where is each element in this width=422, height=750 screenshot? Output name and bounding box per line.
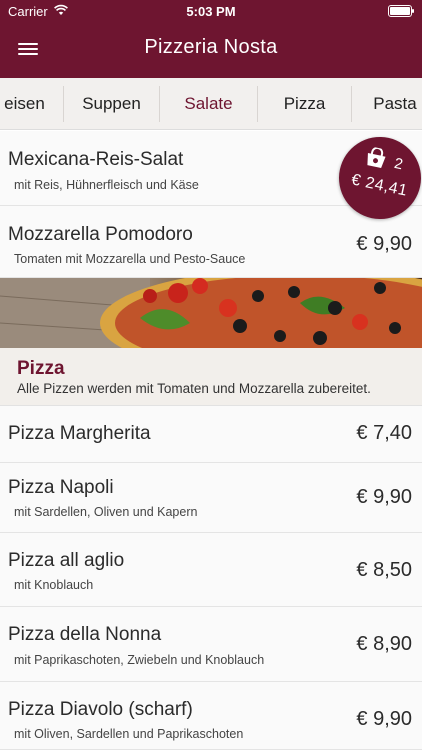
shopping-bag-icon <box>367 146 386 169</box>
menu-item-napoli[interactable]: Pizza Napoli mit Sardellen, Oliven und K… <box>0 463 422 533</box>
item-name: Pizza Diavolo (scharf) <box>8 699 193 720</box>
cart-total: € 24,41 <box>349 171 410 200</box>
item-name: Pizza Margherita <box>8 423 151 444</box>
item-price: € 9,90 <box>356 486 412 508</box>
pizza-banner-image <box>0 278 422 348</box>
menu-item-mozzarella-pomodoro[interactable]: Mozzarella Pomodoro Tomaten mit Mozzarel… <box>0 206 422 278</box>
status-time: 5:03 PM <box>186 4 236 19</box>
tab-pizza[interactable]: Pizza <box>258 86 352 122</box>
app-header: Carrier 5:03 PM Pizzeria Nosta <box>0 0 422 78</box>
menu-item-nonna[interactable]: Pizza della Nonna mit Paprikaschoten, Zw… <box>0 607 422 682</box>
menu-item-diavolo[interactable]: Pizza Diavolo (scharf) mit Oliven, Sarde… <box>0 682 422 750</box>
pizza-photo <box>0 278 422 348</box>
section-title: Pizza <box>17 358 65 379</box>
status-bar: Carrier 5:03 PM <box>0 0 422 24</box>
cart-count: 2 <box>392 154 405 174</box>
tab-pasta[interactable]: Pasta <box>352 86 422 122</box>
tab-speisen[interactable]: eisen <box>0 86 64 122</box>
item-name: Pizza della Nonna <box>8 624 162 645</box>
item-price: € 9,90 <box>356 233 412 255</box>
item-description: mit Knoblauch <box>14 578 94 592</box>
tab-salate[interactable]: Salate <box>160 86 258 122</box>
item-name: Pizza all aglio <box>8 550 125 571</box>
item-name: Mexicana-Reis-Salat <box>8 149 184 170</box>
item-description: mit Paprikaschoten, Zwiebeln und Knoblau… <box>14 653 265 667</box>
item-name: Mozzarella Pomodoro <box>8 224 193 245</box>
item-description: mit Sardellen, Oliven und Kapern <box>14 505 198 519</box>
category-tabs: eisen Suppen Salate Pizza Pasta <box>0 78 422 130</box>
app-title: Pizzeria Nosta <box>144 36 278 58</box>
item-price: € 9,90 <box>356 708 412 730</box>
battery-icon <box>388 5 414 17</box>
menu-item-margherita[interactable]: Pizza Margherita € 7,40 <box>0 406 422 463</box>
item-price: € 7,40 <box>356 422 412 444</box>
item-price: € 8,90 <box>356 633 412 655</box>
pizza-section-header: Pizza Alle Pizzen werden mit Tomaten und… <box>0 348 422 406</box>
item-description: Tomaten mit Mozzarella und Pesto-Sauce <box>14 252 246 266</box>
item-price: € 8,50 <box>356 559 412 581</box>
item-name: Pizza Napoli <box>8 477 114 498</box>
menu-item-aglio[interactable]: Pizza all aglio mit Knoblauch € 8,50 <box>0 533 422 607</box>
section-subtitle: Alle Pizzen werden mit Tomaten und Mozza… <box>17 381 371 396</box>
item-description: mit Oliven, Sardellen und Paprikaschoten <box>14 727 244 741</box>
tab-suppen[interactable]: Suppen <box>64 86 160 122</box>
item-description: mit Reis, Hühnerfleisch und Käse <box>14 178 199 192</box>
